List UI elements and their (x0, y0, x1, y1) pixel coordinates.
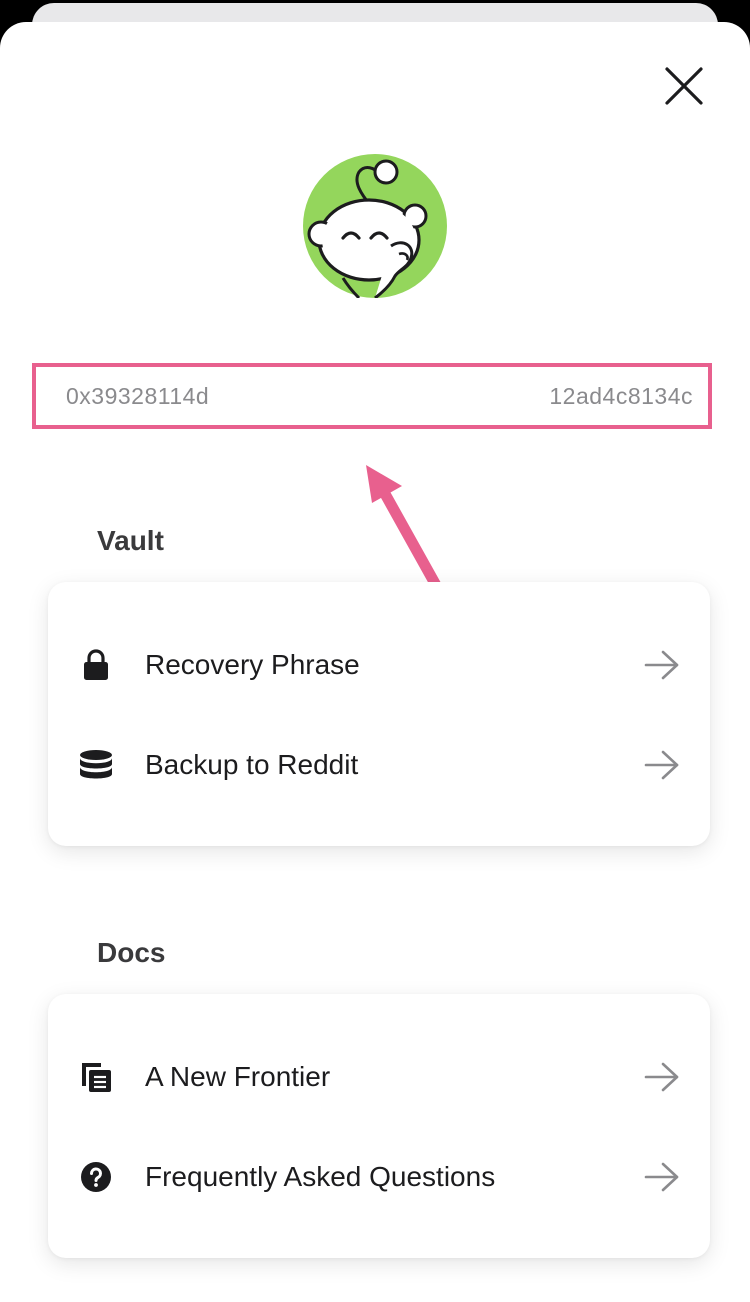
docs-item-a-new-frontier[interactable]: A New Frontier (48, 1037, 710, 1117)
arrow-right-icon (642, 1057, 682, 1097)
vault-item-label: Backup to Reddit (145, 749, 359, 780)
document-stack-icon (78, 1059, 114, 1095)
vault-item-label: Recovery Phrase (145, 649, 360, 680)
vault-section-title: Vault (97, 525, 164, 556)
question-circle-icon (78, 1159, 114, 1195)
vault-item-recovery-phrase[interactable]: Recovery Phrase (48, 625, 710, 705)
database-icon (78, 747, 114, 783)
arrow-right-icon (642, 1157, 682, 1197)
docs-item-label: Frequently Asked Questions (145, 1161, 496, 1192)
docs-card: A New Frontier Frequently Asked Question… (48, 994, 710, 1258)
docs-item-label: A New Frontier (145, 1061, 331, 1092)
docs-item-faq[interactable]: Frequently Asked Questions (48, 1137, 710, 1217)
close-button[interactable] (660, 62, 708, 110)
arrow-right-icon (642, 645, 682, 685)
vault-item-backup-to-reddit[interactable]: Backup to Reddit (48, 725, 710, 805)
docs-section-title: Docs (97, 937, 166, 968)
avatar (303, 154, 447, 300)
lock-icon (78, 647, 114, 683)
wallet-address-field[interactable]: 0x39328114d 12ad4c8134c (32, 363, 712, 429)
wallet-address-end: 12ad4c8134c (549, 382, 693, 409)
snoo-avatar-icon (303, 154, 447, 300)
vault-card: Recovery Phrase Backup to Reddit (48, 582, 710, 846)
arrow-right-icon (642, 745, 682, 785)
close-icon (665, 67, 703, 105)
wallet-address-start: 0x39328114d (66, 382, 210, 409)
